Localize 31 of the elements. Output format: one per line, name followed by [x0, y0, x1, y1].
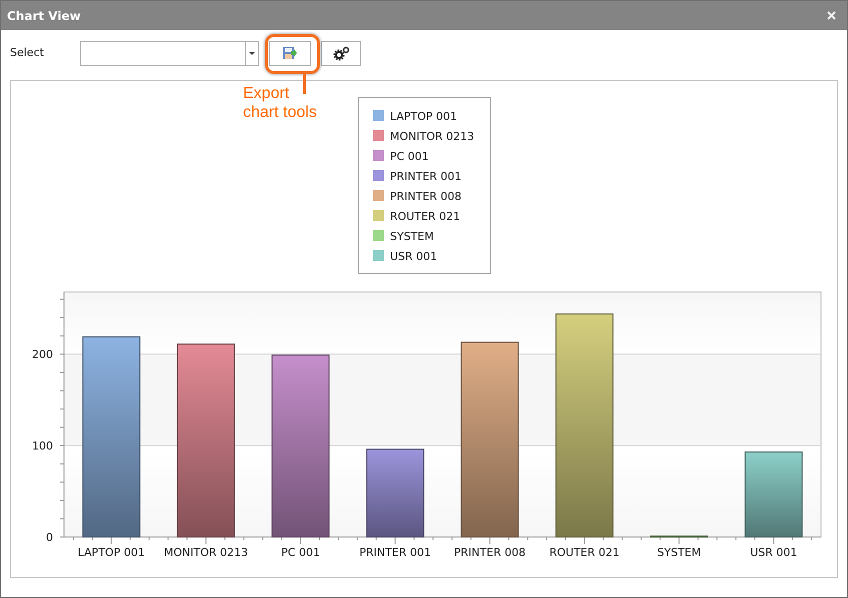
- callout-text: Export chart tools: [243, 84, 318, 122]
- x-tick-label: USR 001: [750, 546, 798, 559]
- select-label: Select: [10, 44, 45, 61]
- window-title: Chart View: [7, 8, 81, 24]
- legend-label: PC 001: [390, 150, 429, 163]
- gears-icon: [332, 46, 350, 60]
- export-button[interactable]: [269, 40, 311, 66]
- y-tick-label: 100: [32, 440, 53, 453]
- legend-label: SYSTEM: [390, 230, 434, 243]
- legend-label: ROUTER 021: [390, 210, 460, 223]
- caret-icon: [249, 52, 255, 54]
- legend-label: USR 001: [390, 250, 438, 263]
- x-tick-label: MONITOR 0213: [164, 546, 248, 559]
- highlight-ring: [265, 34, 320, 74]
- leader-line: [303, 74, 306, 94]
- legend-label: LAPTOP 001: [390, 110, 458, 123]
- legend-label: MONITOR 0213: [390, 130, 474, 143]
- x-tick-label: PC 001: [281, 546, 320, 559]
- y-tick-label: 200: [32, 348, 53, 362]
- settings-button[interactable]: [321, 40, 361, 66]
- close-icon[interactable]: [827, 11, 836, 20]
- select-dropdown[interactable]: [80, 40, 259, 66]
- x-tick-label: ROUTER 021: [549, 546, 620, 559]
- legend-label: PRINTER 008: [390, 190, 462, 203]
- bar: [650, 536, 708, 538]
- y-tick-label: 0: [46, 531, 53, 544]
- x-tick-label: LAPTOP 001: [78, 546, 145, 559]
- x-tick-label: SYSTEM: [657, 546, 701, 559]
- x-tick-label: PRINTER 008: [454, 546, 526, 559]
- x-tick-label: PRINTER 001: [359, 546, 431, 559]
- legend-label: PRINTER 001: [390, 170, 462, 183]
